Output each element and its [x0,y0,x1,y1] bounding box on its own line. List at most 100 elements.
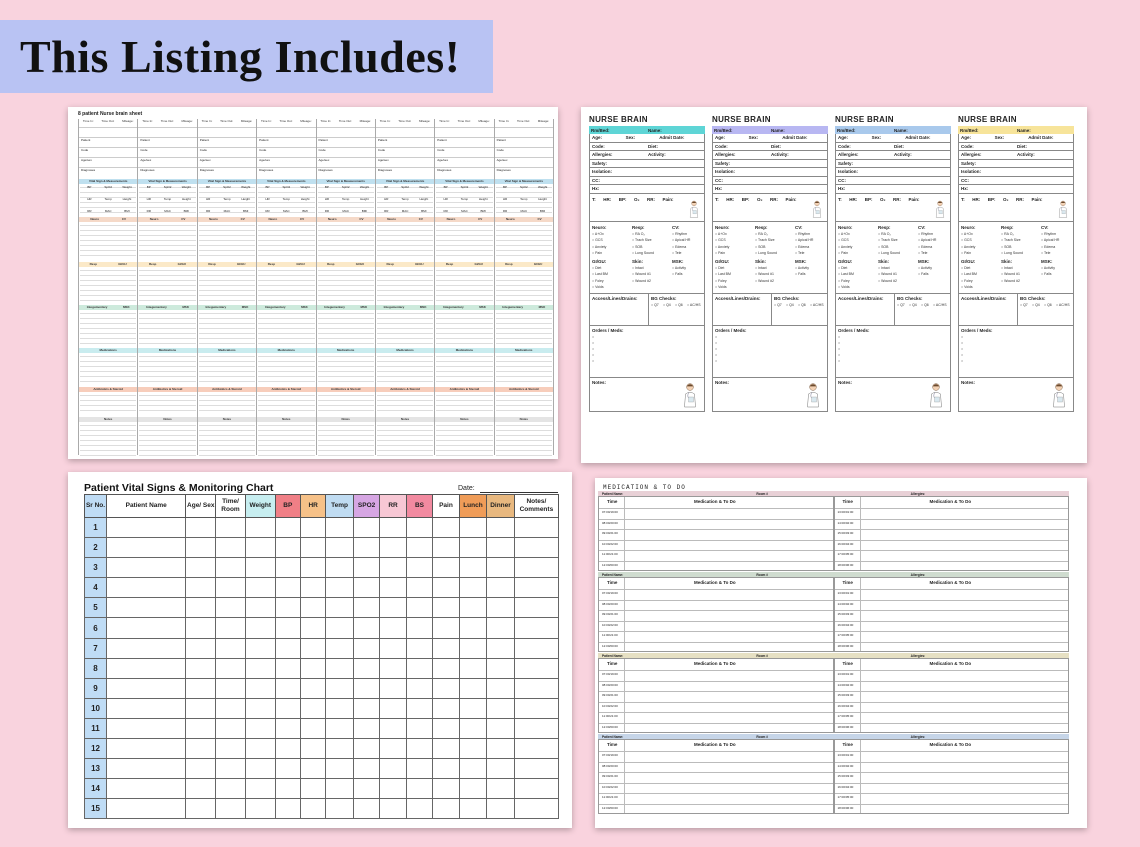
field-label: Sex: [625,135,636,141]
vital-label: Temp [342,197,350,201]
fill-line [198,435,256,437]
section-label: MSK [301,305,308,309]
fill-line [495,235,552,237]
fill-line [436,338,493,340]
table-cell [244,778,276,800]
section-band: Medications [138,348,197,353]
field-label: Admit Date: [659,135,685,141]
fill-line [258,295,315,297]
assessment-item: ○ Tele [672,251,682,255]
rm-bed-label: Rm/Bed: [591,127,610,133]
access-divider [771,293,772,325]
allergies-label: Allergies: [910,734,926,739]
table-cell [215,717,246,740]
header-cell: Time In: [260,119,272,123]
nurse-illustration-icon [928,382,944,408]
assessment-heading: Resp: [1001,224,1014,230]
fill-line [495,328,552,330]
fill-line [376,425,434,427]
table-cell [405,637,434,659]
table-cell [185,798,217,820]
section-band: Neuro CV [316,217,375,222]
section-band: Integumentary MSK [257,305,316,310]
fill-line [139,290,196,292]
assessment-item: ○ Voids [592,285,604,289]
access-block: Access/Lines/Drains: BG Checks: ○ Q7 ○ Q4 ○ … [589,293,705,326]
table-cell [274,617,301,639]
vital-label: Temp [460,197,469,201]
field-label: Allergies: [838,152,859,158]
vital-label: Weight [122,185,132,189]
section-band: Resp GI/GU [79,262,138,267]
assessment-heading: MSK: [918,258,930,264]
table-cell [405,577,434,599]
table-cell [106,516,187,539]
bg-label: BG Checks: [774,295,800,301]
table-cell [106,577,187,599]
assessment-heading: Resp: [632,224,645,230]
assessment-heading: CV: [795,224,803,230]
vital-label: RR [502,209,508,213]
table-cell [432,577,460,599]
row-number: 7 [83,637,108,659]
table-cell [352,617,381,639]
assessment-item: ○ Last BM [592,272,608,276]
field-label: Age: [592,135,602,141]
table-cell [185,677,217,699]
field-label: Activity: [771,152,789,158]
field-label: Age: [715,135,725,141]
table-cell [513,516,560,539]
nurse-brain-card: NURSE BRAIN Rm/Bed: Name: Age: Sex: Admit Dat… [835,115,951,433]
column-header: Time In: Time Out: Mileage: [198,119,256,124]
assessment-heading: Neuro: [961,224,976,230]
assessment-item: ○ Falls [1041,272,1052,276]
vital-label: HR [502,197,508,201]
fill-line [436,405,493,407]
access-block: Access/Lines/Drains: BG Checks: ○ Q7 ○ Q4 ○ … [958,293,1074,326]
fill-line [495,295,552,297]
fill-line [436,245,493,247]
table-cell [325,657,354,679]
patient-name-label: Patient Name: [602,653,624,658]
time-row: 08:00/20:00 [599,518,833,526]
fill-line [317,333,374,335]
assessment-item: ○ Last BM [715,272,731,276]
fill-line [376,245,434,247]
rm-bed-label: Rm/Bed: [837,127,856,133]
fill-line [376,275,434,277]
time-row: 18:00/06:00 [834,722,1068,730]
patient-column: Time In: Time Out: Mileage: Patient Code Age/… [256,119,316,456]
vital-label: HR [146,197,151,201]
assessment-item: ○ Voids [715,285,727,289]
vital-label: BP [443,185,448,189]
section-half: Time Medication & To Do 07:00/19:00 08:00/2… [598,496,834,571]
info-row: Allergies: Activity: [958,151,1074,160]
fill-line [198,450,256,452]
column-header: HR [299,494,327,518]
table-cell [299,717,327,740]
table-cell [299,516,327,539]
name-label: Name: [894,127,908,133]
fill-line [376,361,434,363]
fill-line [198,245,256,247]
fill-line [495,270,552,272]
medication-header: Medication & To Do [929,580,972,585]
assessment-item: ○ A+Ox [715,231,727,236]
fill-line [317,425,374,427]
vital-label: BP [206,185,211,189]
assessment-heading: Neuro: [592,224,607,230]
fill-line [495,333,552,335]
table-cell [299,798,327,820]
assessment-item: ○ SOB [878,244,889,249]
column-header: Time In: Time Out: Mileage: [257,119,315,124]
table-cell [513,637,560,659]
fill-line [317,275,374,277]
section-label: MSK [538,305,546,309]
vitals-grid: BP SpO2 Weight HR Temp Height RR MAC BMI [436,185,492,213]
vital-label: HR [265,197,270,201]
bg-option: ○ Q6 [798,302,806,307]
card-title: NURSE BRAIN [835,115,894,124]
section-label: GI/GU [474,262,483,266]
info-row: Age: Sex: Admit Date: [835,134,951,143]
patient-name-label: Patient Name: [602,734,624,739]
